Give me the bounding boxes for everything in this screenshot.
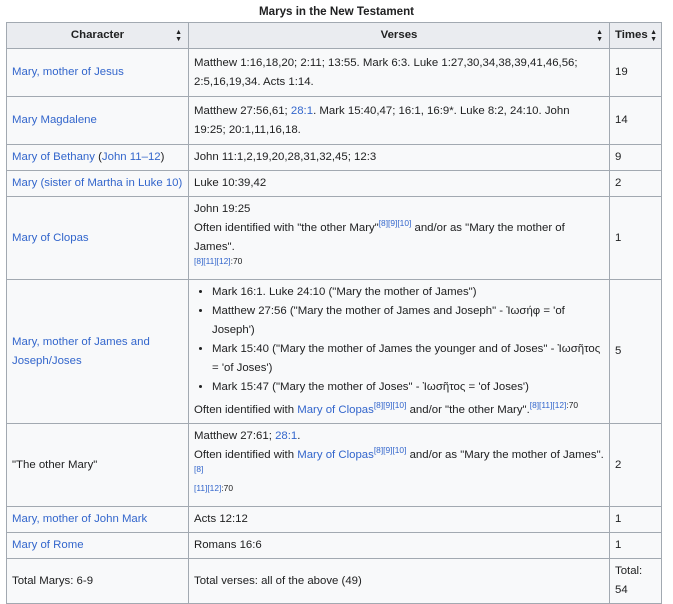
- column-header-label: Character: [70, 29, 125, 41]
- verses-cell: Luke 10:39,42: [188, 170, 610, 197]
- column-header-times[interactable]: Times ▲ ▼: [609, 22, 662, 49]
- column-header-label: Verses: [380, 29, 418, 41]
- times-cell: 19: [609, 48, 662, 97]
- character-link[interactable]: Mary, mother of Jesus: [12, 66, 124, 78]
- header-row: Character ▲ ▼ Verses ▲ ▼ Times ▲ ▼: [6, 22, 662, 49]
- page-number: :70: [221, 483, 233, 494]
- table-row: Mary of Clopas John 19:25 Often identifi…: [6, 196, 662, 280]
- verses-cell: Matthew 27:56,61; 28:1. Mark 15:40,47; 1…: [188, 96, 610, 145]
- identification-note: Often identified with Mary of Clopas[8][…: [194, 401, 604, 420]
- column-header-character[interactable]: Character ▲ ▼: [6, 22, 189, 49]
- total-character-cell: Total Marys: 6-9: [6, 558, 189, 604]
- character-cell: "The other Mary": [6, 423, 189, 507]
- times-cell: 1: [609, 532, 662, 559]
- verses-cell: John 11:1,2,19,20,28,31,32,45; 12:3: [188, 144, 610, 171]
- column-header-label: Times: [615, 29, 648, 41]
- character-cell: Mary of Rome: [6, 532, 189, 559]
- paren-text: ): [160, 151, 165, 163]
- character-cell: Mary, mother of John Mark: [6, 506, 189, 533]
- list-item: Matthew 27:56 ("Mary the mother of James…: [212, 302, 604, 340]
- page-number: :70: [566, 400, 579, 411]
- character-link[interactable]: Mary of Clopas: [12, 232, 89, 244]
- table-row: Mary (sister of Martha in Luke 10) Luke …: [6, 170, 662, 197]
- table-row: Mary of Bethany (John 11–12) John 11:1,2…: [6, 144, 662, 171]
- character-cell: Mary of Clopas: [6, 196, 189, 280]
- note-text: and/or as "Mary the mother of James".: [406, 449, 604, 461]
- list-item: Mark 15:47 ("Mary the mother of Joses" -…: [212, 378, 604, 397]
- verses-cell: Matthew 27:61; 28:1. Often identified wi…: [188, 423, 610, 507]
- table-row: Mary Magdalene Matthew 27:56,61; 28:1. M…: [6, 96, 662, 145]
- citation-refs[interactable]: [8]: [194, 464, 203, 474]
- table-row: Mary, mother of Jesus Matthew 1:16,18,20…: [6, 48, 662, 97]
- verse-link[interactable]: 28:1: [275, 430, 297, 442]
- character-cell: Mary (sister of Martha in Luke 10): [6, 170, 189, 197]
- sort-icon[interactable]: ▲ ▼: [175, 29, 182, 43]
- table-row: Mary of Rome Romans 16:6 1: [6, 532, 662, 559]
- sort-icon[interactable]: ▲ ▼: [650, 29, 657, 43]
- times-cell: 2: [609, 170, 662, 197]
- character-link[interactable]: Mary (sister of Martha in Luke 10): [12, 177, 182, 189]
- times-cell: 5: [609, 279, 662, 424]
- verses-cell: John 19:25 Often identified with "the ot…: [188, 196, 610, 280]
- character-link[interactable]: Mary, mother of James and Joseph/Joses: [12, 336, 150, 367]
- verses-text: Matthew 27:56,61;: [194, 104, 288, 117]
- character-link[interactable]: Mary, mother of John Mark: [12, 513, 147, 525]
- total-row: Total Marys: 6-9 Total verses: all of th…: [6, 558, 662, 604]
- table-row: "The other Mary" Matthew 27:61; 28:1. Of…: [6, 423, 662, 507]
- total-times-cell: Total: 54: [609, 558, 662, 604]
- note-text: and/or "the other Mary".: [406, 404, 530, 416]
- character-cell: Mary of Bethany (John 11–12): [6, 144, 189, 171]
- times-cell: 1: [609, 196, 662, 280]
- verses-cell: Mark 16:1. Luke 24:10 ("Mary the mother …: [188, 279, 610, 424]
- verse-list: Mark 16:1. Luke 24:10 ("Mary the mother …: [194, 283, 604, 397]
- citation-refs[interactable]: [8][11][12]: [194, 256, 231, 266]
- page-number: :70: [230, 256, 243, 267]
- times-cell: 1: [609, 506, 662, 533]
- note-text: Often identified with "the other Mary": [194, 222, 379, 234]
- verses-text: Matthew 27:61;: [194, 430, 272, 442]
- identification-note: Often identified with Mary of Clopas[8][…: [194, 446, 604, 503]
- character-cell: Mary, mother of James and Joseph/Joses: [6, 279, 189, 424]
- identification-note: Often identified with "the other Mary"[8…: [194, 219, 604, 276]
- list-item: Mark 16:1. Luke 24:10 ("Mary the mother …: [212, 283, 604, 302]
- character-link[interactable]: Mary of Rome: [12, 539, 84, 551]
- times-cell: 9: [609, 144, 662, 171]
- paren-text: (: [94, 151, 102, 163]
- sort-icon[interactable]: ▲ ▼: [596, 29, 603, 43]
- citation-refs[interactable]: [8][9][10]: [379, 218, 412, 228]
- column-header-verses[interactable]: Verses ▲ ▼: [188, 22, 610, 49]
- character-link[interactable]: Mary of Bethany: [12, 151, 95, 163]
- citation-refs[interactable]: [8][11][12]: [530, 400, 567, 410]
- list-item: Mark 15:40 ("Mary the mother of James th…: [212, 340, 604, 378]
- mary-of-clopas-link[interactable]: Mary of Clopas: [297, 404, 374, 416]
- verses-text: Matthew 27:61; 28:1.: [194, 427, 604, 446]
- verses-text: .: [297, 430, 301, 442]
- verse-link[interactable]: 28:1: [291, 105, 313, 117]
- note-text: Often identified with: [194, 449, 298, 461]
- citation-refs[interactable]: [11][12]: [194, 483, 221, 493]
- marys-table: Character ▲ ▼ Verses ▲ ▼ Times ▲ ▼ Mary, mo…: [6, 22, 662, 604]
- character-cell: Mary Magdalene: [6, 96, 189, 145]
- verses-cell: Romans 16:6: [188, 532, 610, 559]
- table-row: Mary, mother of John Mark Acts 12:12 1: [6, 506, 662, 533]
- note-text: Often identified with: [194, 404, 298, 416]
- chapter-link[interactable]: John 11–12: [102, 151, 161, 163]
- verses-cell: Acts 12:12: [188, 506, 610, 533]
- times-cell: 14: [609, 96, 662, 145]
- table-caption: Marys in the New Testament: [258, 5, 415, 18]
- mary-of-clopas-link[interactable]: Mary of Clopas: [297, 449, 374, 461]
- character-cell: Mary, mother of Jesus: [6, 48, 189, 97]
- total-verses-cell: Total verses: all of the above (49): [188, 558, 610, 604]
- page: Marys in the New Testament Character ▲ ▼ …: [0, 0, 673, 604]
- times-cell: 2: [609, 423, 662, 507]
- citation-refs[interactable]: [8][9][10]: [374, 400, 407, 410]
- table-row: Mary, mother of James and Joseph/Joses M…: [6, 279, 662, 424]
- citation-refs[interactable]: [8][9][10]: [374, 445, 407, 455]
- verses-text: John 19:25: [194, 203, 251, 215]
- verses-cell: Matthew 1:16,18,20; 2:11; 13:55. Mark 6:…: [188, 48, 610, 97]
- character-link[interactable]: Mary Magdalene: [12, 114, 97, 126]
